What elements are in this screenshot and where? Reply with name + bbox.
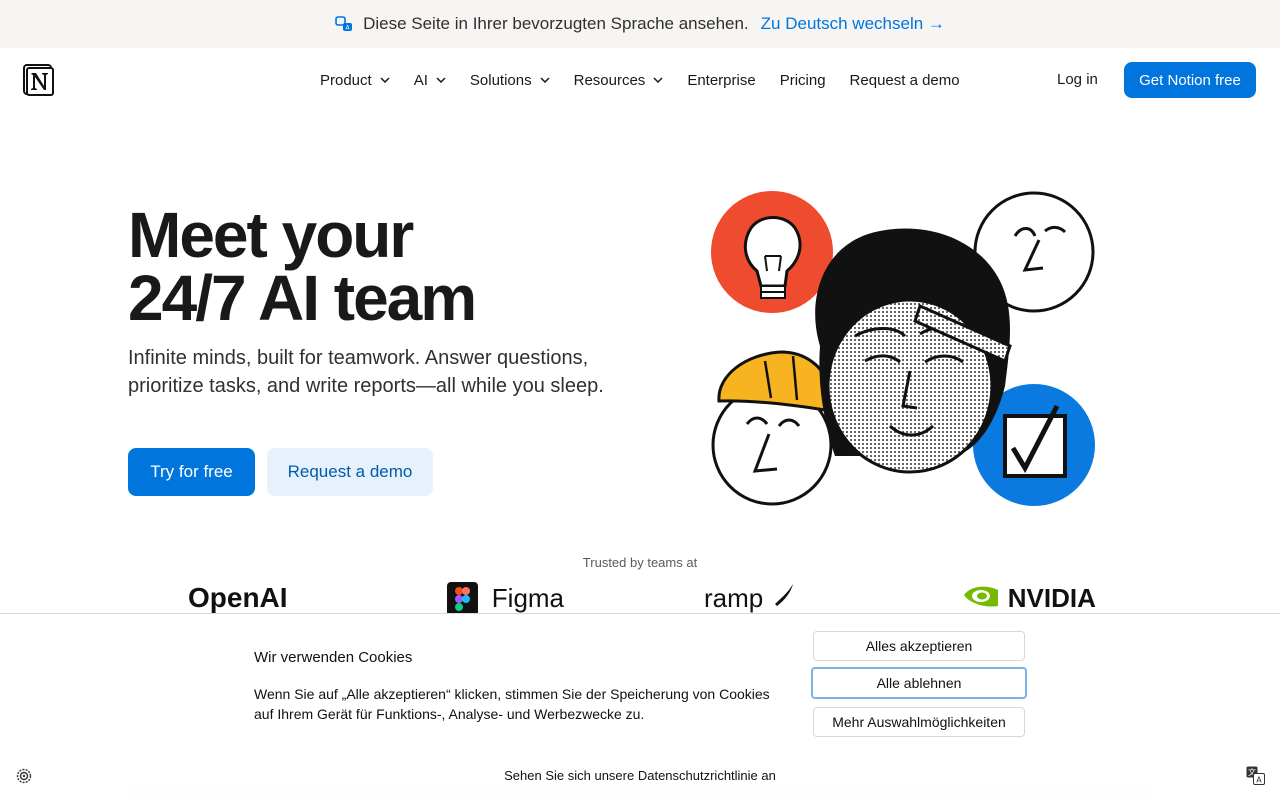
language-banner: A Diese Seite in Ihrer bevorzugten Sprac… xyxy=(0,0,1280,48)
hero-title: Meet your 24/7 AI team xyxy=(128,199,648,334)
customer-logos: OpenAI Figma ramp NVIDIA xyxy=(0,580,1280,614)
chevron-down-icon xyxy=(380,77,390,83)
hero-subtitle: Infinite minds, built for teamwork. Answ… xyxy=(128,347,604,397)
request-demo-button[interactable]: Request a demo xyxy=(267,448,433,496)
reject-all-cookies-button[interactable]: Alle ablehnen xyxy=(811,667,1027,699)
ai-team-illustration xyxy=(711,191,1095,506)
nvidia-logo-icon xyxy=(964,586,998,607)
top-navigation: Product AI Solutions Resources Enterpris… xyxy=(0,48,1280,112)
ramp-logo-text: ramp xyxy=(704,583,764,613)
nvidia-logo: NVIDIA xyxy=(962,582,1096,614)
trusted-label: Trusted by teams at xyxy=(582,555,698,570)
chevron-down-icon xyxy=(540,77,550,83)
nav-solutions[interactable]: Solutions xyxy=(470,72,550,89)
nav-ai[interactable]: AI xyxy=(414,72,446,89)
hero-title-line-2: 24/7 AI team xyxy=(128,262,477,334)
nav-request-demo-label: Request a demo xyxy=(849,71,960,89)
nav-enterprise[interactable]: Enterprise xyxy=(687,72,755,89)
login-link[interactable]: Log in xyxy=(1057,71,1098,88)
nav-solutions-label: Solutions xyxy=(469,71,532,89)
cookie-description: Wenn Sie auf „Alle akzeptieren“ klicken,… xyxy=(254,686,770,722)
nav-enterprise-label: Enterprise xyxy=(687,71,756,89)
accept-all-cookies-button[interactable]: Alles akzeptieren xyxy=(813,631,1025,661)
figma-logo-icon xyxy=(447,582,478,614)
switch-language-link[interactable]: Zu Deutsch wechseln → xyxy=(761,14,945,34)
figma-logo-text: Figma xyxy=(491,583,565,613)
cookie-settings-icon[interactable] xyxy=(16,768,32,784)
notion-logo-icon[interactable] xyxy=(23,64,54,96)
ramp-logo: ramp xyxy=(704,582,797,614)
main-menu: Product AI Solutions Resources Enterpris… xyxy=(320,48,984,112)
nav-resources-label: Resources xyxy=(573,71,646,89)
chevron-down-icon xyxy=(653,77,663,83)
figma-logo: Figma xyxy=(447,582,564,614)
nav-ai-label: AI xyxy=(413,71,428,89)
nav-product[interactable]: Product xyxy=(320,72,390,89)
hero-title-line-1: Meet your xyxy=(128,199,414,271)
chevron-down-icon xyxy=(436,77,446,83)
nav-pricing-label: Pricing xyxy=(779,71,826,89)
language-banner-message: Diese Seite in Ihrer bevorzugten Sprache… xyxy=(363,14,749,33)
translate-icon[interactable]: 文 A xyxy=(1246,766,1265,785)
svg-text:A: A xyxy=(1256,776,1262,785)
nav-product-label: Product xyxy=(320,71,372,89)
try-for-free-button[interactable]: Try for free xyxy=(128,448,255,496)
nav-request-demo[interactable]: Request a demo xyxy=(850,72,960,89)
cookie-title: Wir verwenden Cookies xyxy=(254,649,413,666)
translate-icon: A xyxy=(335,16,353,32)
nav-resources[interactable]: Resources xyxy=(574,72,664,89)
privacy-policy-link[interactable]: Sehen Sie sich unsere Datenschutzrichtli… xyxy=(0,768,1280,783)
hard-hat-icon xyxy=(717,350,833,413)
get-notion-free-button[interactable]: Get Notion free xyxy=(1124,62,1256,98)
openai-logo: OpenAI xyxy=(188,582,288,613)
ramp-logo-icon xyxy=(775,584,794,606)
nvidia-logo-text: NVIDIA xyxy=(1007,583,1096,613)
more-cookie-options-button[interactable]: Mehr Auswahlmöglichkeiten xyxy=(813,707,1025,737)
nav-pricing[interactable]: Pricing xyxy=(780,72,826,89)
cookie-banner: Wir verwenden Cookies Wenn Sie auf „Alle… xyxy=(0,613,1280,800)
